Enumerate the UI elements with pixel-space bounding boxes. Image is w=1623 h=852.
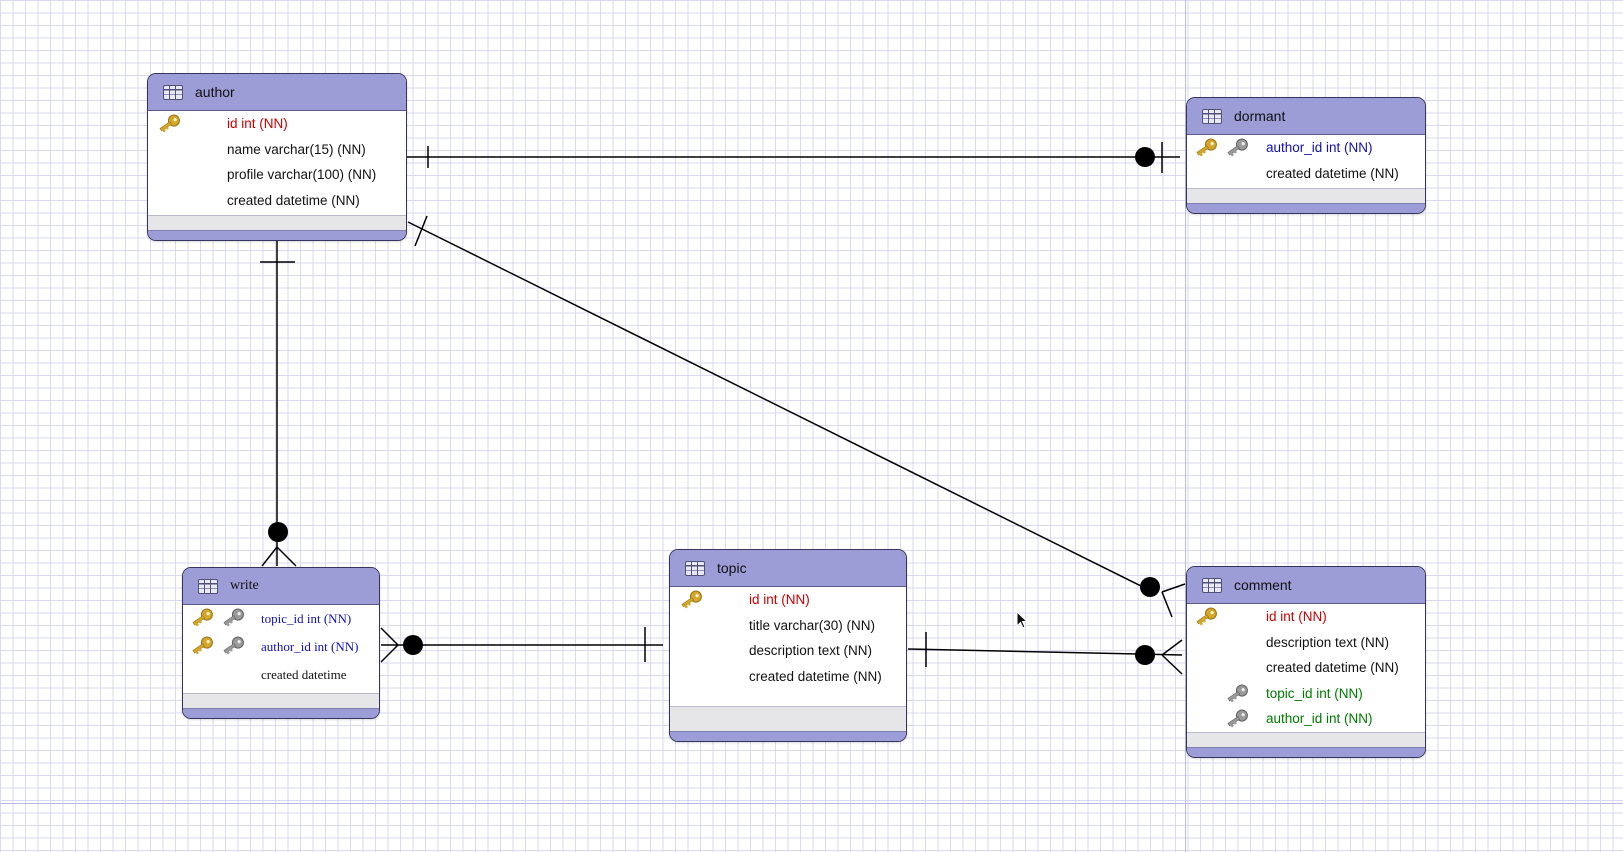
relationship-topic-write[interactable] bbox=[380, 627, 663, 663]
column-row[interactable]: description text (NN) bbox=[670, 638, 906, 664]
relationship-topic-comment[interactable] bbox=[907, 632, 1183, 675]
column-name: topic_id int (NN) bbox=[1266, 685, 1363, 701]
zero-marker bbox=[1140, 577, 1160, 597]
entity-name: topic bbox=[717, 560, 747, 576]
column-row[interactable]: author_id int (NN) bbox=[1187, 706, 1425, 732]
crows-foot bbox=[380, 627, 399, 646]
column-row[interactable]: profile varchar(100) (NN) bbox=[148, 162, 406, 188]
entity-name: dormant bbox=[1234, 108, 1286, 124]
entity-header[interactable]: write bbox=[183, 568, 379, 605]
column-name: profile varchar(100) (NN) bbox=[227, 167, 377, 183]
column-row[interactable]: created datetime (NN) bbox=[670, 664, 906, 690]
column-row[interactable]: created datetime (NN) bbox=[1187, 161, 1425, 187]
entity-header[interactable]: topic bbox=[670, 550, 906, 587]
foreign-key-icon bbox=[1227, 709, 1248, 728]
relationship-author-dormant[interactable] bbox=[407, 142, 1180, 173]
column-name: created datetime bbox=[261, 667, 347, 682]
column-name: created datetime (NN) bbox=[1266, 660, 1399, 676]
column-name: title varchar(30) (NN) bbox=[749, 617, 876, 633]
entity-footer bbox=[1187, 732, 1425, 757]
zero-marker bbox=[403, 635, 423, 655]
primary-key-icon bbox=[192, 608, 213, 627]
column-name: description text (NN) bbox=[749, 643, 873, 659]
column-name: topic_id int (NN) bbox=[261, 611, 352, 626]
entity-footer bbox=[148, 215, 406, 240]
entity-footer bbox=[1187, 188, 1425, 213]
entity-write[interactable]: write topic_id int (NN) author_id int (N… bbox=[182, 567, 380, 719]
entity-footer bbox=[670, 706, 906, 741]
primary-key-icon bbox=[681, 590, 702, 609]
column-name: id int (NN) bbox=[1266, 609, 1327, 625]
entity-name: author bbox=[195, 84, 235, 100]
table-icon bbox=[1202, 108, 1222, 124]
relationship-author-write[interactable] bbox=[260, 240, 297, 567]
entity-topic[interactable]: topic id int (NN) title varchar(30) (NN)… bbox=[669, 549, 907, 742]
zero-marker bbox=[1135, 645, 1155, 665]
column-row[interactable]: topic_id int (NN) bbox=[183, 605, 379, 633]
column-name: description text (NN) bbox=[1266, 634, 1390, 650]
foreign-key-icon bbox=[223, 636, 244, 655]
primary-key-icon bbox=[1196, 607, 1217, 626]
column-row[interactable]: author_id int (NN) bbox=[1187, 135, 1425, 161]
crows-foot bbox=[1161, 591, 1173, 618]
column-row[interactable]: topic_id int (NN) bbox=[1187, 681, 1425, 707]
entity-dormant[interactable]: dormant author_id int (NN) created datet… bbox=[1186, 97, 1426, 214]
table-icon bbox=[163, 84, 183, 100]
crows-foot bbox=[1161, 654, 1183, 675]
entity-comment[interactable]: comment id int (NN) description text (NN… bbox=[1186, 566, 1426, 758]
column-name: created datetime (NN) bbox=[227, 192, 360, 208]
entity-header[interactable]: dormant bbox=[1187, 98, 1425, 135]
entity-name: write bbox=[230, 578, 259, 593]
column-row[interactable]: created datetime (NN) bbox=[1187, 655, 1425, 681]
crows-foot bbox=[276, 546, 297, 567]
column-name: created datetime (NN) bbox=[1266, 165, 1399, 181]
column-name: created datetime (NN) bbox=[749, 668, 882, 684]
crows-foot bbox=[1161, 639, 1183, 656]
column-row[interactable]: created datetime (NN) bbox=[148, 188, 406, 214]
table-icon bbox=[685, 560, 705, 576]
primary-key-icon bbox=[192, 636, 213, 655]
entity-name: comment bbox=[1234, 577, 1292, 593]
zero-marker bbox=[268, 522, 288, 542]
column-row[interactable]: author_id int (NN) bbox=[183, 633, 379, 661]
primary-key-icon bbox=[1196, 138, 1217, 157]
column-row[interactable]: created datetime bbox=[183, 661, 379, 689]
column-row[interactable]: name varchar(15) (NN) bbox=[148, 137, 406, 163]
foreign-key-icon bbox=[1227, 138, 1248, 157]
table-icon bbox=[1202, 577, 1222, 593]
crows-foot bbox=[261, 546, 278, 567]
foreign-key-icon bbox=[1227, 684, 1248, 702]
column-row[interactable]: id int (NN) bbox=[670, 587, 906, 613]
column-name: id int (NN) bbox=[227, 116, 288, 132]
column-name: id int (NN) bbox=[749, 592, 810, 608]
column-name: name varchar(15) (NN) bbox=[227, 141, 366, 157]
column-row[interactable]: id int (NN) bbox=[148, 111, 406, 137]
entity-header[interactable]: author bbox=[148, 74, 406, 111]
mouse-pointer-icon bbox=[1016, 611, 1029, 629]
column-name: author_id int (NN) bbox=[261, 639, 359, 654]
column-row[interactable]: id int (NN) bbox=[1187, 604, 1425, 630]
column-row[interactable]: description text (NN) bbox=[1187, 630, 1425, 656]
foreign-key-icon bbox=[223, 608, 244, 627]
crows-foot bbox=[380, 644, 399, 663]
column-name: author_id int (NN) bbox=[1266, 711, 1373, 727]
primary-key-icon bbox=[159, 114, 180, 133]
table-icon bbox=[198, 578, 218, 594]
entity-author[interactable]: author id int (NN) name varchar(15) (NN)… bbox=[147, 73, 407, 241]
column-row[interactable]: title varchar(30) (NN) bbox=[670, 613, 906, 639]
crows-foot bbox=[1161, 583, 1186, 593]
column-name: author_id int (NN) bbox=[1266, 140, 1373, 156]
entity-header[interactable]: comment bbox=[1187, 567, 1425, 604]
entity-footer bbox=[183, 693, 379, 718]
zero-marker bbox=[1135, 147, 1155, 167]
